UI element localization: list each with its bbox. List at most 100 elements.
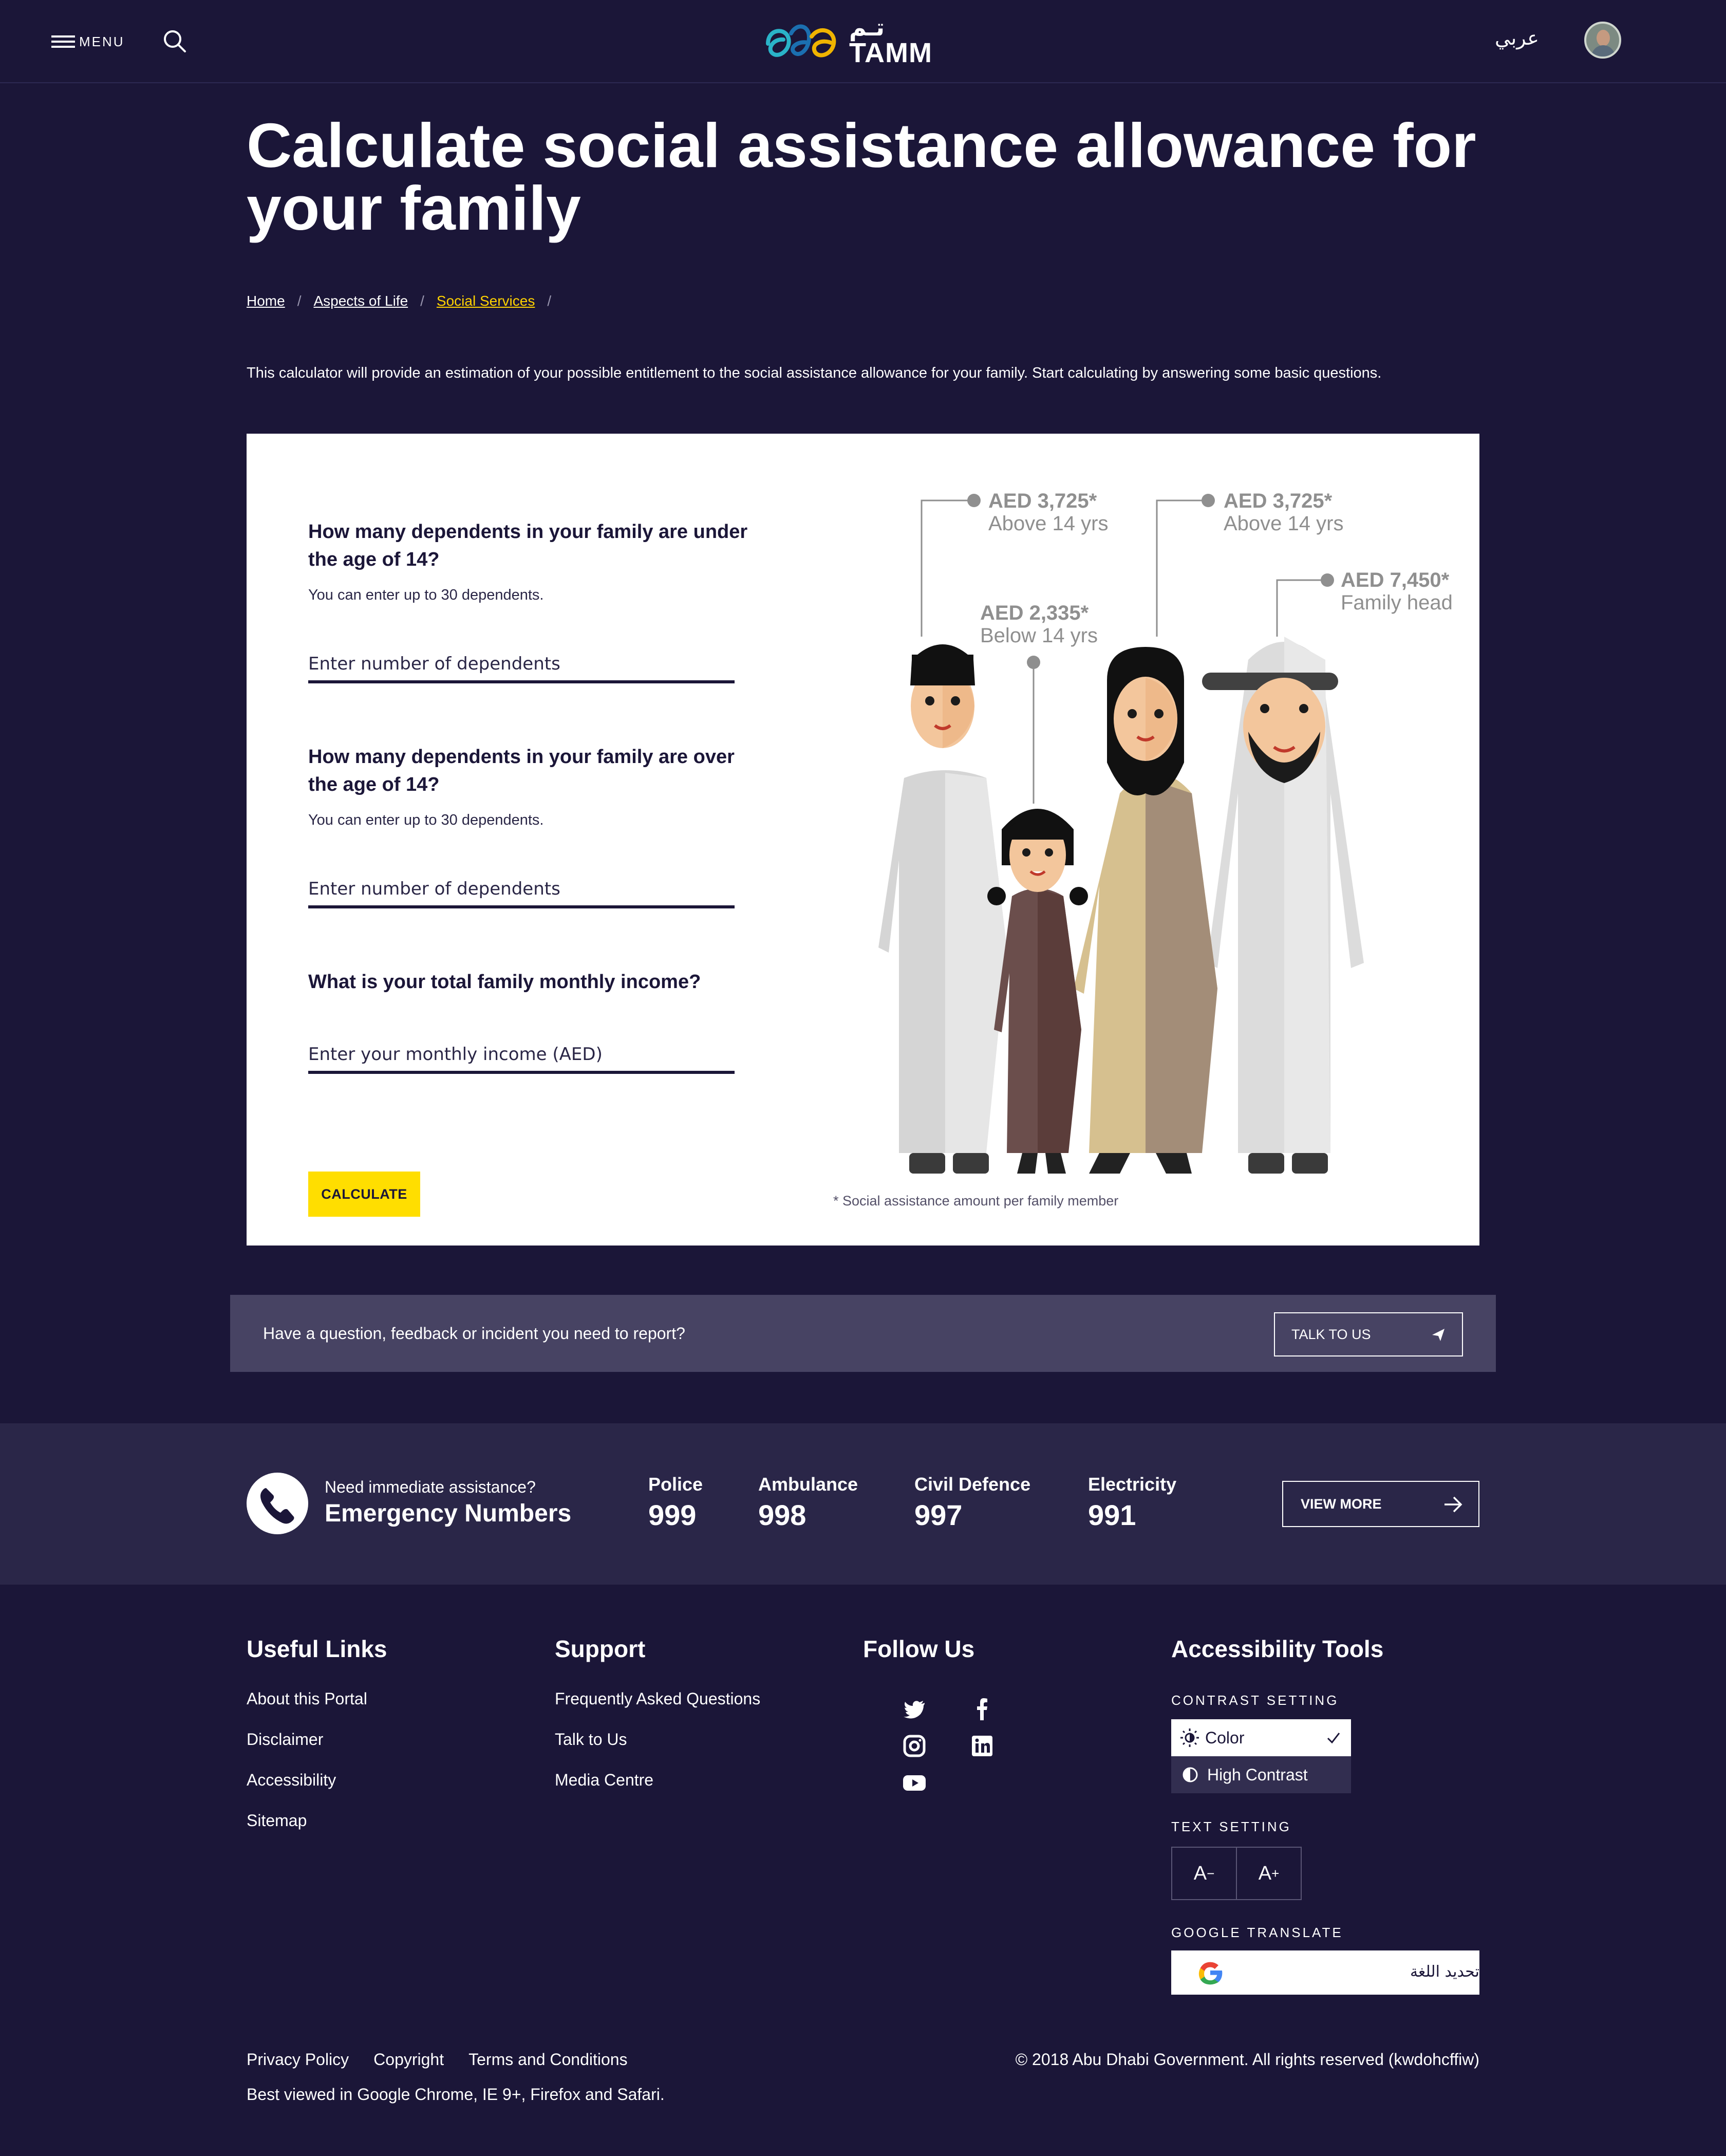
menu-button[interactable]: MENU [51, 30, 125, 53]
contrast-option-color[interactable]: Color [1171, 1719, 1351, 1756]
linkedin-icon[interactable] [970, 1734, 995, 1758]
useful-links-column: Useful Links About this Portal Disclaime… [247, 1635, 387, 1852]
legal-links: Privacy Policy Copyright Terms and Condi… [247, 2050, 628, 2069]
browser-support-text: Best viewed in Google Chrome, IE 9+, Fir… [247, 2085, 665, 2104]
copyright-text: © 2018 Abu Dhabi Government. All rights … [1015, 2050, 1479, 2069]
text-decrease-label: A [1193, 1862, 1207, 1884]
emergency-electricity[interactable]: Electricity 991 [1088, 1474, 1176, 1532]
feedback-text: Have a question, feedback or incident yo… [263, 1324, 685, 1343]
google-translate-select[interactable]: تحديد اللغة [1171, 1950, 1479, 1995]
copyright-link[interactable]: Copyright [373, 2050, 444, 2069]
breadcrumb-separator: / [420, 293, 424, 309]
emergency-police[interactable]: Police 999 [648, 1474, 703, 1532]
footer-link-media-centre[interactable]: Media Centre [555, 1771, 760, 1790]
brightness-icon [1180, 1728, 1199, 1747]
tamm-logo-mark-icon [766, 24, 836, 58]
page-title: Calculate social assistance allowance fo… [247, 110, 1476, 243]
label-desc-daughter: Below 14 yrs [980, 624, 1098, 647]
footer-link-disclaimer[interactable]: Disclaimer [247, 1730, 387, 1749]
privacy-policy-link[interactable]: Privacy Policy [247, 2050, 349, 2069]
hamburger-icon [51, 33, 75, 50]
emergency-civil-defence[interactable]: Civil Defence 997 [914, 1474, 1030, 1532]
illustration-footnote: * Social assistance amount per family me… [833, 1193, 1119, 1209]
tamm-logo[interactable]: تـم TAMM [763, 14, 937, 68]
phone-icon [247, 1473, 308, 1534]
checkmark-icon [1327, 1733, 1340, 1744]
select-language-text: تحديد اللغة [1410, 1963, 1479, 1981]
text-setting-label: TEXT SETTING [1171, 1819, 1291, 1834]
breadcrumb-separator: / [547, 293, 552, 309]
google-icon [1198, 1962, 1223, 1985]
father-figure [1202, 637, 1364, 1174]
breadcrumb: Home / Aspects of Life / Social Services… [247, 293, 564, 309]
site-header: MENU تـم TAMM عربي [0, 0, 1726, 83]
send-icon [1432, 1329, 1444, 1341]
label-desc-father: Family head [1341, 591, 1453, 614]
footer-link-talk-to-us[interactable]: Talk to Us [555, 1730, 760, 1749]
footer-link-faq[interactable]: Frequently Asked Questions [555, 1689, 760, 1708]
talk-to-us-button[interactable]: TALK TO US [1274, 1312, 1463, 1356]
avatar[interactable] [1584, 22, 1621, 59]
emergency-question: Need immediate assistance? [325, 1478, 536, 1496]
arrow-right-icon [1444, 1496, 1462, 1513]
emergency-label: Civil Defence [914, 1474, 1031, 1495]
terms-link[interactable]: Terms and Conditions [468, 2050, 627, 2069]
support-title: Support [555, 1635, 646, 1662]
text-increase-label: A [1258, 1862, 1272, 1884]
instagram-icon[interactable] [902, 1734, 927, 1758]
emergency-title: Emergency Numbers [325, 1500, 572, 1527]
twitter-icon[interactable] [902, 1697, 927, 1721]
view-more-button[interactable]: VIEW MORE [1282, 1481, 1479, 1527]
google-translate-label: GOOGLE TRANSLATE [1171, 1925, 1343, 1940]
feedback-bar: Have a question, feedback or incident yo… [230, 1295, 1496, 1372]
contrast-option-high-contrast[interactable]: High Contrast [1171, 1756, 1351, 1793]
text-increase-button[interactable]: A + [1236, 1847, 1302, 1900]
question-under-14: How many dependents in your family are u… [308, 521, 748, 570]
footer-link-about[interactable]: About this Portal [247, 1689, 387, 1708]
breadcrumb-social-services[interactable]: Social Services [437, 293, 535, 309]
dependents-over-14-input[interactable] [308, 872, 735, 908]
question-monthly-income: What is your total family monthly income… [308, 971, 701, 993]
footer-link-accessibility[interactable]: Accessibility [247, 1771, 387, 1790]
youtube-icon[interactable] [902, 1771, 927, 1795]
monthly-income-input[interactable] [308, 1038, 735, 1074]
question-over-14: How many dependents in your family are o… [308, 746, 735, 795]
emergency-number: 991 [1088, 1499, 1136, 1531]
footer-link-sitemap[interactable]: Sitemap [247, 1811, 387, 1830]
logo-arabic-text: تـم [849, 13, 885, 41]
breadcrumb-aspects-of-life[interactable]: Aspects of Life [313, 293, 408, 309]
label-desc-mother: Above 14 yrs [1224, 512, 1343, 535]
contrast-option-label: Color [1205, 1728, 1245, 1747]
label-amount-mother: AED 3,725* [1224, 490, 1333, 512]
emergency-label: Police [648, 1474, 703, 1495]
menu-label: MENU [79, 33, 125, 49]
calculator-card: How many dependents in your family are u… [247, 434, 1479, 1246]
emergency-number: 997 [914, 1499, 963, 1531]
breadcrumb-home[interactable]: Home [247, 293, 285, 309]
mother-figure [1074, 647, 1217, 1174]
contrast-icon [1183, 1767, 1198, 1782]
language-switch-link[interactable]: عربي [1495, 27, 1539, 49]
logo-text: TAMM [849, 38, 932, 68]
follow-us-title: Follow Us [863, 1635, 975, 1662]
daughter-figure [987, 809, 1088, 1174]
search-icon[interactable] [162, 29, 187, 53]
follow-us-column: Follow Us [863, 1635, 974, 1689]
calculate-button[interactable]: CALCULATE [308, 1172, 420, 1217]
contrast-option-label: High Contrast [1207, 1765, 1308, 1784]
label-amount-father: AED 7,450* [1341, 569, 1450, 591]
accessibility-tools-column: Accessibility Tools [1171, 1635, 1383, 1689]
support-column: Support Frequently Asked Questions Talk … [555, 1635, 760, 1811]
emergency-number: 998 [758, 1499, 806, 1531]
intro-text: This calculator will provide an estimati… [247, 365, 1382, 381]
contrast-setting-label: CONTRAST SETTING [1171, 1693, 1339, 1708]
text-decrease-button[interactable]: A − [1171, 1847, 1237, 1900]
breadcrumb-separator: / [297, 293, 302, 309]
emergency-number: 999 [648, 1499, 697, 1531]
emergency-ambulance[interactable]: Ambulance 998 [758, 1474, 858, 1532]
family-illustration: AED 3,725* Above 14 yrs AED 2,335* Below… [878, 490, 1453, 1174]
dependents-under-14-input[interactable] [308, 647, 735, 683]
question-over-14-hint: You can enter up to 30 dependents. [308, 812, 544, 828]
facebook-icon[interactable] [970, 1697, 995, 1721]
emergency-label: Ambulance [758, 1474, 858, 1495]
